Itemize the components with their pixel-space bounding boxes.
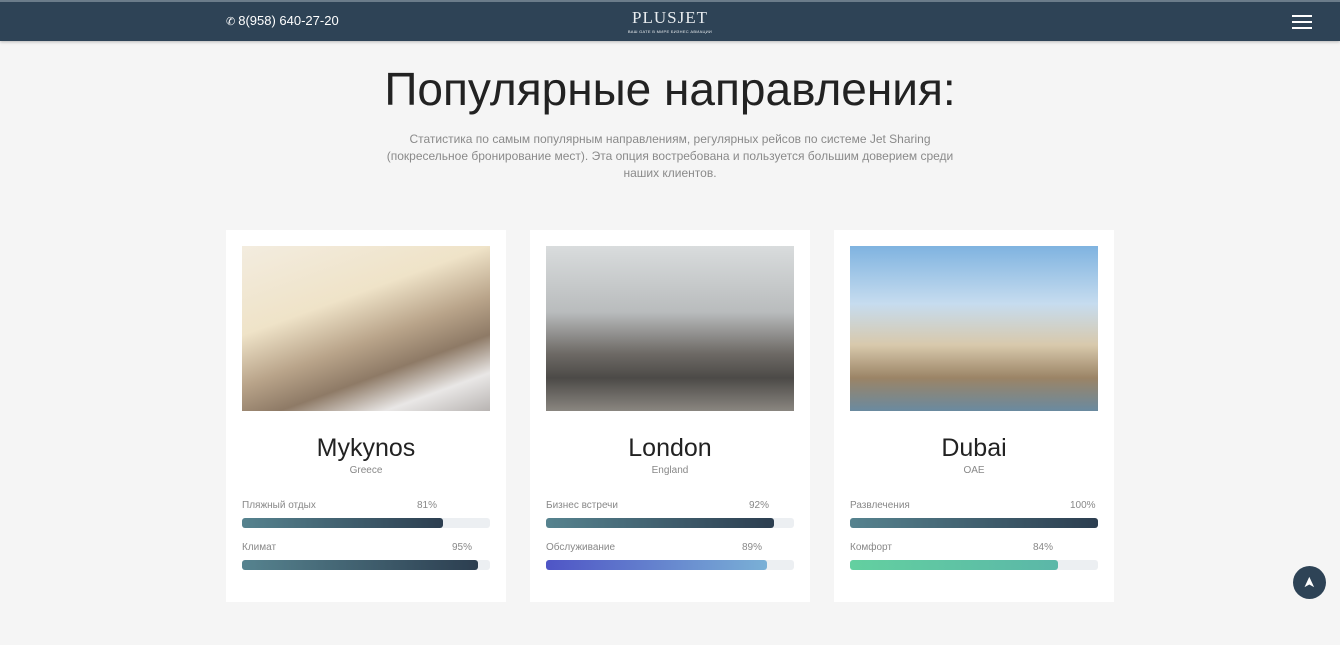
skill-label: Климат [242,542,277,553]
phone-icon: ✆ [226,16,236,28]
skill-percent: 100% [1070,500,1096,511]
section-title: Популярные направления: [384,63,956,115]
dubai-image [850,246,1098,411]
skill-label: Развлечения [850,500,910,511]
skill-fill [850,560,1059,570]
country-name: Greece [349,465,383,476]
skill-percent: 84% [1033,542,1054,553]
section-lead: Статистика по самым популярным направлен… [386,132,954,180]
mykynos-image [242,246,490,411]
city-name: Dubai [941,434,1007,462]
skill-percent: 95% [452,542,473,553]
menu-icon[interactable] [1292,15,1312,29]
skill-fill [242,518,443,528]
logo-name: PLUSJET [632,8,708,27]
top-navbar: ✆ 8(958) 640-27-20 PLUSJET ВАШ GATE В МИР… [0,0,1340,41]
chevron-up-icon: ➤ [1300,576,1318,589]
city-name: London [628,434,712,462]
country-name: OAE [963,465,985,476]
logo-tagline: ВАШ GATE В МИРЕ БИЗНЕС АВИАЦИИ [627,29,713,34]
skill-percent: 89% [742,542,763,553]
destination-card-mykynos: Mykynos Greece Пляжный отдых 81% Климат 95… [226,230,506,602]
skill-label: Обслуживание [546,542,616,553]
skill-label: Бизнес встречи [546,500,618,511]
skill-percent: 81% [417,500,438,511]
phone-link[interactable]: ✆ 8(958) 640-27-20 [226,13,339,28]
london-image [546,246,794,411]
phone-number: 8(958) 640-27-20 [238,13,339,28]
skill-fill [546,518,775,528]
scroll-to-top-button[interactable]: ➤ [1293,566,1326,599]
skill-label: Комфорт [850,542,892,553]
destination-card-london: London England Бизнес встречи 92% Обслужи… [530,230,810,602]
skill-percent: 92% [749,500,770,511]
skill-fill [546,560,767,570]
logo[interactable]: PLUSJET ВАШ GATE В МИРЕ БИЗНЕС АВИАЦИИ [620,8,720,34]
skill-fill [850,518,1098,528]
destination-card-dubai: Dubai OAE Развлечения 100% Комфорт 84% [834,230,1114,602]
city-name: Mykynos [316,434,416,462]
skill-fill [242,560,478,570]
skill-label: Пляжный отдых [242,500,316,511]
country-name: England [651,465,689,476]
